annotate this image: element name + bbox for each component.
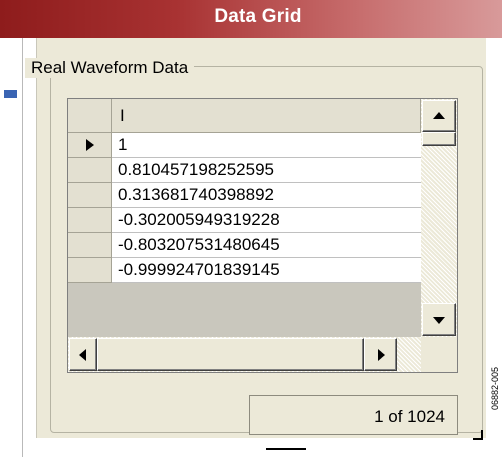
grid-cell[interactable]: -0.999924701839145 <box>112 258 421 283</box>
grid-cell[interactable]: 0.810457198252595 <box>112 158 421 183</box>
grid-cell[interactable]: -0.302005949319228 <box>112 208 421 233</box>
horizontal-scroll-thumb[interactable] <box>97 338 364 371</box>
window-title: Data Grid <box>214 6 302 27</box>
vertical-scrollbar[interactable] <box>421 99 457 337</box>
record-counter: 1 of 1024 <box>249 395 458 435</box>
panel-marker <box>4 90 17 98</box>
arrow-up-icon <box>433 112 445 119</box>
scroll-right-button[interactable] <box>364 338 397 371</box>
column-header-label: I <box>120 106 125 125</box>
row-header[interactable] <box>68 183 112 208</box>
group-label: Real Waveform Data <box>25 58 195 78</box>
scroll-down-button[interactable] <box>422 303 456 336</box>
grid-cell[interactable]: 1 <box>112 133 421 158</box>
grid-cell[interactable]: -0.803207531480645 <box>112 233 421 258</box>
arrow-down-icon <box>433 316 445 324</box>
arrow-right-icon <box>377 348 385 361</box>
arrow-left-icon <box>79 348 86 361</box>
column-header[interactable]: I <box>112 99 421 133</box>
row-header[interactable] <box>68 158 112 183</box>
scroll-up-button[interactable] <box>422 100 456 132</box>
row-header[interactable] <box>68 133 112 158</box>
grid-cell[interactable]: 0.313681740398892 <box>112 183 421 208</box>
vertical-scroll-thumb[interactable] <box>422 132 456 146</box>
bottom-divider <box>266 448 306 450</box>
resize-grip-icon[interactable] <box>473 430 483 440</box>
title-bar: Data Grid <box>0 0 502 38</box>
figure-code: 06882-005 <box>490 366 500 410</box>
row-pointer-icon <box>86 139 94 151</box>
scrollbar-corner <box>421 337 457 372</box>
data-grid: I 1 0.810457198252595 0.313681740398892 … <box>67 98 458 373</box>
row-header[interactable] <box>68 208 112 233</box>
horizontal-scrollbar[interactable] <box>68 337 421 372</box>
grid-corner-header <box>68 99 112 133</box>
scroll-left-button[interactable] <box>69 338 97 371</box>
row-header[interactable] <box>68 258 112 283</box>
left-panel <box>0 38 23 457</box>
row-header[interactable] <box>68 233 112 258</box>
